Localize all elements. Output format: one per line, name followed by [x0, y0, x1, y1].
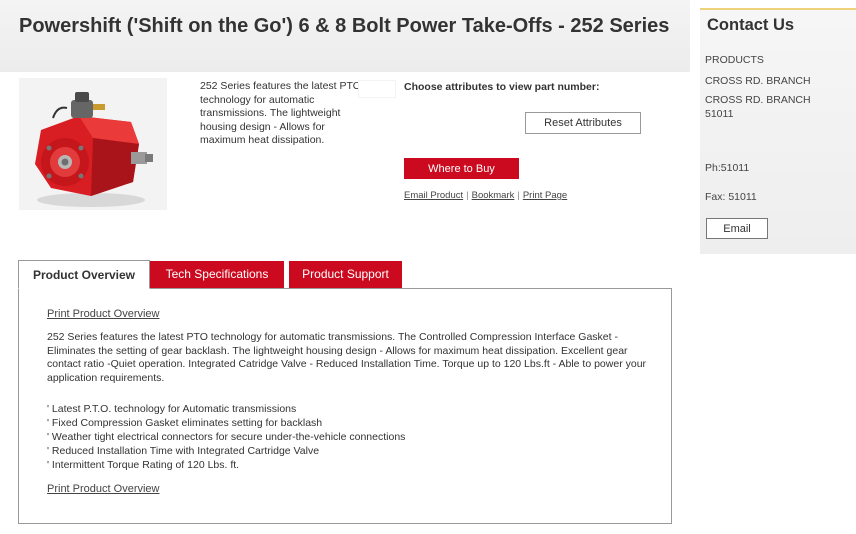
- overview-text: 252 Series features the latest PTO techn…: [47, 331, 647, 384]
- contact-products: PRODUCTS: [705, 54, 764, 66]
- contact-branch-address: CROSS RD. BRANCH: [705, 94, 811, 106]
- email-product-link[interactable]: Email Product: [404, 190, 463, 201]
- link-separator: |: [466, 190, 469, 201]
- reset-attributes-button[interactable]: Reset Attributes: [525, 112, 641, 134]
- product-blurb: 252 Series features the latest PTO techn…: [200, 80, 361, 146]
- contact-fax: Fax: 51011: [705, 191, 757, 203]
- contact-title: Contact Us: [707, 16, 795, 34]
- where-to-buy-button[interactable]: Where to Buy: [404, 158, 519, 179]
- contact-email-button[interactable]: Email: [706, 218, 768, 239]
- attribute-selector-placeholder: [358, 80, 396, 98]
- print-page-link[interactable]: Print Page: [523, 190, 567, 201]
- contact-zip: 51011: [705, 108, 734, 120]
- feature-list: ' Latest P.T.O. technology for Automatic…: [47, 402, 657, 472]
- print-overview-link-top[interactable]: Print Product Overview: [47, 308, 159, 320]
- choose-attributes-label: Choose attributes to view part number:: [404, 81, 600, 93]
- contact-panel: Contact Us PRODUCTS CROSS RD. BRANCH CRO…: [700, 8, 856, 254]
- feature-item: ' Latest P.T.O. technology for Automatic…: [47, 403, 297, 415]
- utility-links: Email Product | Bookmark | Print Page: [404, 190, 567, 201]
- print-overview-link-bottom[interactable]: Print Product Overview: [47, 483, 159, 495]
- feature-item: ' Fixed Compression Gasket eliminates se…: [47, 417, 323, 429]
- feature-item: ' Intermittent Torque Rating of 120 Lbs.…: [47, 459, 240, 471]
- page-title: Powershift ('Shift on the Go') 6 & 8 Bol…: [19, 15, 670, 37]
- link-separator: |: [517, 190, 520, 201]
- feature-item: ' Weather tight electrical connectors fo…: [47, 431, 406, 443]
- bookmark-link[interactable]: Bookmark: [472, 190, 515, 201]
- overview-panel: Print Product Overview 252 Series featur…: [18, 288, 672, 524]
- tab-product-support[interactable]: Product Support: [289, 261, 402, 288]
- tab-tech-specifications[interactable]: Tech Specifications: [150, 261, 284, 288]
- contact-branch: CROSS RD. BRANCH: [705, 75, 811, 87]
- tab-product-overview[interactable]: Product Overview: [18, 260, 150, 289]
- feature-item: ' Reduced Installation Time with Integra…: [47, 445, 320, 457]
- pto-unit-image: [35, 92, 153, 207]
- product-image: [19, 78, 167, 210]
- contact-phone: Ph:51011: [705, 162, 750, 174]
